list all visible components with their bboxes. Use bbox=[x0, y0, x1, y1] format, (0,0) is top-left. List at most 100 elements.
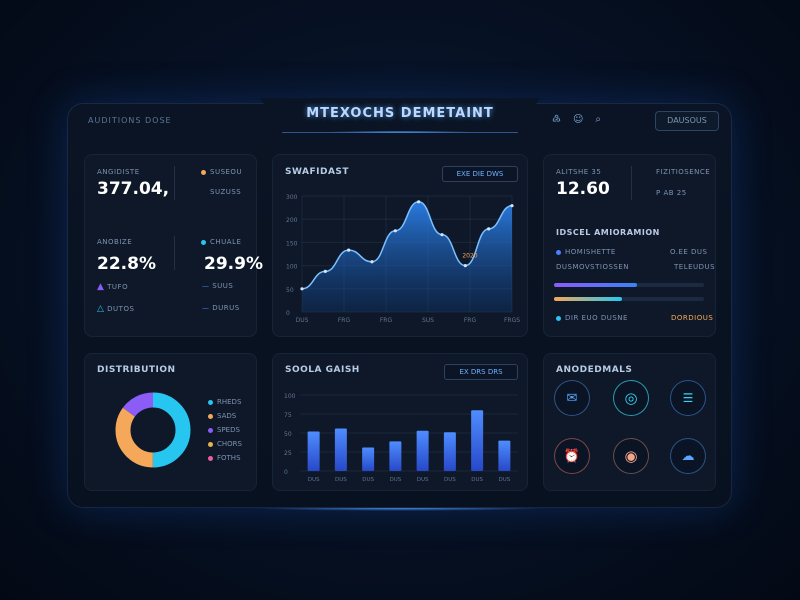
alarm-icon[interactable]: ⏰ bbox=[554, 438, 590, 474]
right-stat-panel: ALITSHE 35 12.60 FIZITIOSENCE P AB 25 ID… bbox=[543, 154, 716, 337]
data-point bbox=[370, 260, 374, 264]
right-footer-label: DIR EUO DUSNE bbox=[556, 314, 628, 322]
message-glyph: ☰ bbox=[682, 391, 694, 405]
right-row-label: HOMISHETTE bbox=[556, 248, 616, 256]
data-point bbox=[323, 269, 327, 273]
message-icon[interactable]: ☰ bbox=[670, 380, 706, 416]
bar bbox=[362, 447, 375, 471]
metric2-side-value: 29.9% bbox=[204, 254, 263, 274]
bar-chart-svg: 100 75 50 25 0 DUS DUS DUS DUS DUS DUS DUS DUS bbox=[284, 393, 518, 483]
progress-track bbox=[554, 297, 704, 301]
x-tick-label: DUS bbox=[296, 317, 309, 324]
progress-track bbox=[554, 283, 704, 287]
metric2-label: ANOBIZE bbox=[97, 238, 133, 246]
bar bbox=[389, 441, 402, 471]
bar bbox=[498, 440, 511, 471]
progress-fill bbox=[554, 283, 637, 287]
metric1-side-text: SUSEOU bbox=[210, 168, 243, 176]
legend-label: SADS bbox=[217, 412, 237, 420]
divider bbox=[631, 166, 632, 200]
triangle-icon: ▲ bbox=[97, 282, 105, 292]
chat-glyph: ✉ bbox=[566, 390, 578, 406]
bell-icon[interactable]: ♴ bbox=[552, 114, 561, 125]
donut-legend: RHEDS SADS SPEDS CHORS FOTHS bbox=[208, 395, 242, 465]
icons-panel-title: ANODEDMALS bbox=[556, 365, 633, 375]
metric2-value: 22.8% bbox=[97, 254, 156, 274]
x-tick-label: DUS bbox=[335, 477, 347, 483]
header-icons: ♴ ☺ ⌕ bbox=[552, 114, 601, 125]
right-side-label: FIZITIOSENCE bbox=[656, 168, 711, 176]
list-item-value: — DURUS bbox=[202, 304, 240, 312]
target-glyph: ◉ bbox=[624, 447, 638, 465]
area-fill bbox=[302, 201, 512, 312]
data-point bbox=[440, 233, 444, 237]
divider bbox=[174, 166, 175, 200]
ring-icon[interactable]: ◎ bbox=[613, 380, 649, 416]
list-item-value: — SUUS bbox=[202, 282, 234, 290]
y-tick-label: 0 bbox=[284, 469, 288, 476]
stats-panel: ANGIDISTE 377.04, SUSEOU SUZUSS ANOBIZE … bbox=[84, 154, 263, 337]
metric1-side: SUSEOU bbox=[201, 168, 242, 176]
bar bbox=[471, 410, 484, 471]
list-item-label: TUFO bbox=[107, 283, 129, 291]
y-tick-label: 100 bbox=[286, 264, 298, 271]
metric1-value: 377.04, bbox=[97, 179, 170, 199]
x-tick-label: DUS bbox=[308, 477, 320, 483]
alarm-glyph: ⏰ bbox=[563, 448, 581, 464]
donut-chart bbox=[115, 392, 191, 468]
dot-icon bbox=[208, 427, 213, 433]
bar bbox=[334, 428, 347, 471]
donut-title: DISTRIBUTION bbox=[97, 365, 176, 375]
right-section-title: IDSCEL AMIORAMION bbox=[556, 228, 660, 237]
x-tick-label: DUS bbox=[498, 477, 510, 483]
right-row-value: TELEUDUS bbox=[674, 263, 716, 271]
metric1-side2: SUZUSS bbox=[210, 188, 242, 196]
bar bbox=[443, 432, 456, 471]
header-left-label: AUDITIONS DOSE bbox=[88, 116, 172, 125]
y-tick-label: 300 bbox=[286, 194, 298, 201]
x-tick-label: SUS bbox=[422, 317, 434, 324]
title-underline bbox=[330, 131, 470, 133]
metric1-label: ANGIDISTE bbox=[97, 168, 140, 176]
x-tick-label: FRG bbox=[464, 317, 477, 324]
legend-label: SPEDS bbox=[217, 426, 240, 434]
app-title: MTEXOCHS DEMETAINT bbox=[306, 106, 494, 121]
chart-tooltip: 2020 bbox=[462, 253, 477, 260]
data-point bbox=[510, 204, 514, 208]
target-icon[interactable]: ◉ bbox=[613, 438, 649, 474]
user-icon[interactable]: ☺ bbox=[573, 114, 583, 125]
cloud-icon[interactable]: ☁ bbox=[670, 438, 706, 474]
right-side-value: P AB 25 bbox=[656, 189, 687, 197]
legend-item: RHEDS bbox=[208, 395, 242, 409]
list-item-value-text: SUUS bbox=[212, 282, 234, 290]
y-tick-label: 100 bbox=[284, 393, 296, 400]
dot-icon bbox=[556, 315, 561, 321]
y-tick-label: 50 bbox=[284, 431, 292, 438]
data-point bbox=[347, 248, 351, 252]
metric2-side-label-text: CHUALE bbox=[210, 238, 242, 246]
legend-item: SADS bbox=[208, 409, 242, 423]
right-footer-label-text: DIR EUO DUSNE bbox=[565, 314, 628, 322]
legend-label: CHORS bbox=[217, 440, 242, 448]
x-tick-label: FRG bbox=[380, 317, 393, 324]
search-icon[interactable]: ⌕ bbox=[595, 114, 601, 125]
right-row-value: O.EE DUS bbox=[670, 248, 708, 256]
y-tick-label: 50 bbox=[286, 287, 294, 294]
data-point bbox=[393, 229, 397, 233]
cloud-glyph: ☁ bbox=[681, 448, 695, 464]
bar-chart-panel: SOOLA GAISH EX DRS DRS 100 75 50 25 0 DUS DUS D… bbox=[272, 353, 528, 491]
chat-icon[interactable]: ✉ bbox=[554, 380, 590, 416]
y-tick-label: 25 bbox=[284, 450, 292, 457]
x-tick-label: DUS bbox=[471, 477, 483, 483]
list-item: ▲ TUFO bbox=[97, 282, 128, 292]
y-tick-label: 0 bbox=[286, 310, 290, 317]
header-button[interactable]: DAUSOUS bbox=[655, 111, 719, 131]
legend-item: CHORS bbox=[208, 437, 242, 451]
dot-icon bbox=[208, 413, 213, 419]
list-item-value-text: DURUS bbox=[212, 304, 240, 312]
data-point bbox=[300, 287, 304, 291]
right-footer-value: DORDIOUS bbox=[671, 314, 714, 322]
y-tick-label: 75 bbox=[284, 412, 292, 419]
data-point bbox=[487, 227, 491, 231]
x-tick-label: DUS bbox=[444, 477, 456, 483]
